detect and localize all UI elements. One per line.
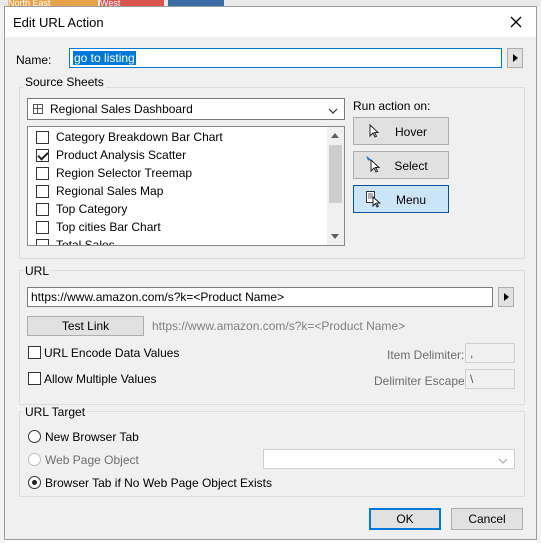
select-button[interactable]: Select (353, 151, 449, 179)
url-input[interactable]: https://www.amazon.com/s?k=<Product Name… (27, 287, 493, 307)
dashboard-select[interactable]: Regional Sales Dashboard (27, 98, 345, 120)
edit-url-action-dialog: Edit URL Action Name: go to listing Sour… (4, 6, 537, 540)
sheet-label: Regional Sales Map (56, 184, 164, 198)
browser-tab-fallback-radio[interactable] (28, 476, 41, 489)
test-link-button[interactable]: Test Link (27, 316, 144, 336)
menu-button-label: Menu (395, 193, 427, 207)
new-browser-tab-label: New Browser Tab (45, 430, 139, 444)
scroll-up-icon[interactable] (331, 133, 339, 138)
sheet-label: Total Sales (56, 238, 115, 246)
cancel-button[interactable]: Cancel (451, 508, 523, 530)
dashboard-select-value: Regional Sales Dashboard (50, 102, 193, 116)
close-icon[interactable] (506, 12, 526, 32)
hover-button[interactable]: Hover (353, 117, 449, 145)
name-input[interactable]: go to listing (69, 48, 502, 68)
run-action-label: Run action on: (353, 99, 431, 113)
chevron-down-icon (328, 104, 338, 118)
select-button-label: Select (394, 159, 428, 173)
url-group-title: URL (23, 264, 52, 278)
url-target-title: URL Target (23, 405, 88, 419)
url-encode-checkbox[interactable] (28, 346, 41, 359)
scroll-thumb[interactable] (329, 145, 342, 203)
sheet-label: Category Breakdown Bar Chart (56, 130, 223, 144)
delimiter-escape-input[interactable]: \ (465, 369, 515, 389)
name-value: go to listing (73, 51, 136, 65)
sheet-label: Top Category (56, 202, 128, 216)
sheet-label: Product Analysis Scatter (56, 148, 187, 162)
background-right-edge (537, 6, 541, 543)
url-value: https://www.amazon.com/s?k=<Product Name… (31, 290, 285, 304)
sheet-checkbox[interactable] (36, 185, 49, 198)
sheet-checkbox[interactable] (36, 131, 49, 144)
dashboard-icon (33, 104, 43, 114)
sheet-checkbox[interactable] (36, 167, 49, 180)
new-browser-tab-radio[interactable] (28, 430, 41, 443)
sheets-listbox[interactable]: Category Breakdown Bar Chart Product Ana… (27, 126, 345, 246)
ok-button[interactable]: OK (369, 508, 441, 530)
sheet-checkbox[interactable] (36, 149, 49, 162)
name-label: Name: (16, 53, 52, 67)
item-delimiter-label: Item Delimiter: (387, 348, 465, 362)
web-page-object-radio[interactable] (28, 453, 41, 466)
sheet-checkbox[interactable] (36, 239, 49, 245)
url-encode-label: URL Encode Data Values (44, 346, 180, 360)
url-preview-text: https://www.amazon.com/s?k=<Product Name… (152, 319, 406, 333)
delimiter-escape-label: Delimiter Escape: (374, 374, 469, 388)
dialog-title: Edit URL Action (13, 15, 104, 30)
item-delimiter-input[interactable]: , (465, 343, 515, 363)
hover-button-label: Hover (394, 125, 427, 139)
url-insert-arrow-button[interactable] (498, 287, 514, 307)
browser-tab-fallback-label: Browser Tab if No Web Page Object Exists (45, 476, 272, 490)
web-page-object-label: Web Page Object (45, 453, 139, 467)
menu-button[interactable]: Menu (353, 185, 449, 213)
sheet-label: Top cities Bar Chart (56, 220, 161, 234)
sheets-scrollbar[interactable] (327, 127, 344, 245)
allow-multiple-checkbox[interactable] (28, 372, 41, 385)
sheet-checkbox[interactable] (36, 221, 49, 234)
sheet-label: Region Selector Treemap (56, 166, 193, 180)
source-sheets-title: Source Sheets (23, 75, 106, 89)
scroll-down-icon[interactable] (331, 234, 339, 239)
name-insert-arrow-button[interactable] (507, 48, 523, 68)
allow-multiple-label: Allow Multiple Values (44, 372, 157, 386)
title-bar: Edit URL Action (5, 7, 536, 37)
web-page-object-select[interactable] (263, 449, 515, 469)
chevron-down-icon (498, 454, 508, 468)
sheet-checkbox[interactable] (36, 203, 49, 216)
